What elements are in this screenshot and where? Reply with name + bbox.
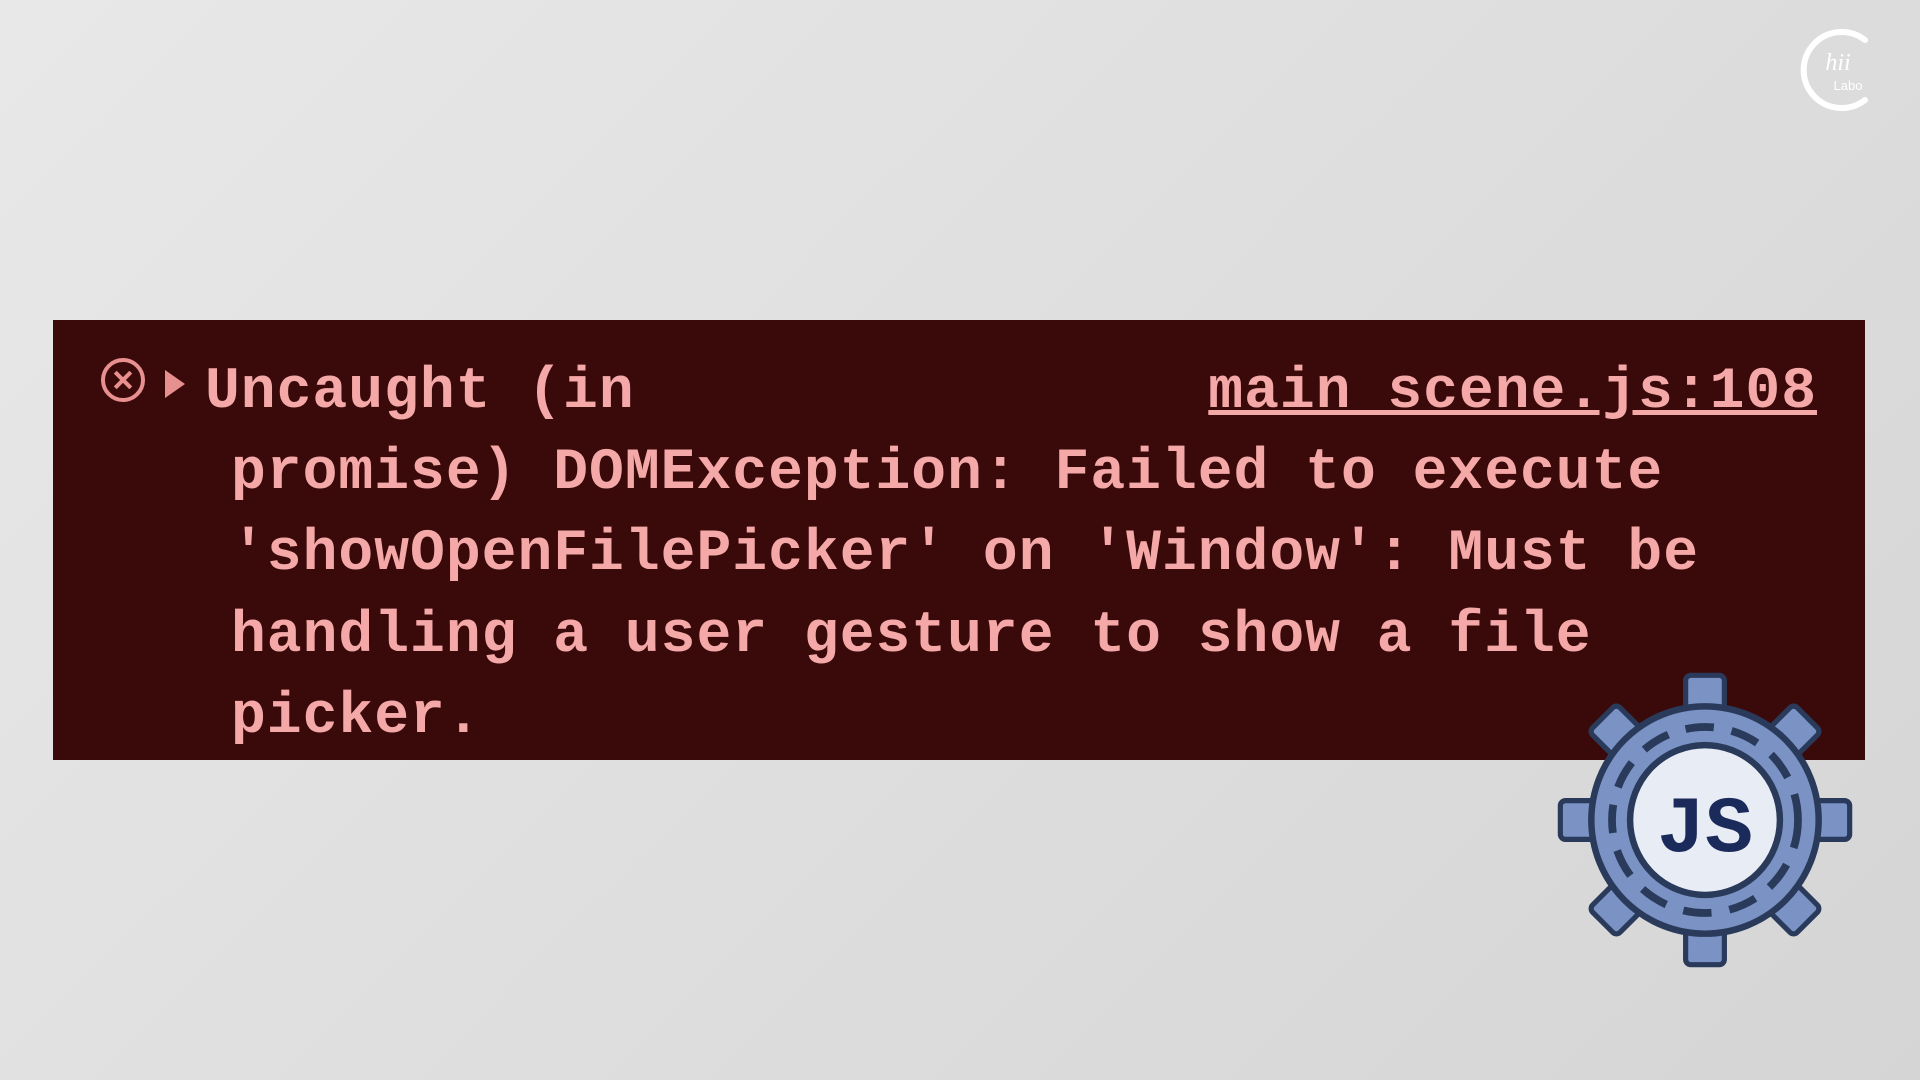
brand-logo: hii Labo — [1790, 20, 1890, 120]
svg-text:Labo: Labo — [1834, 78, 1863, 93]
expand-triangle-icon[interactable] — [165, 370, 185, 398]
js-gear-icon: JS — [1550, 665, 1860, 975]
error-x-icon — [101, 358, 145, 402]
error-message-first-line: Uncaught (in main scene.js:108 — [205, 352, 1817, 433]
error-text-start: Uncaught (in — [205, 352, 635, 433]
error-source-link[interactable]: main scene.js:108 — [1208, 352, 1817, 433]
svg-text:hii: hii — [1825, 50, 1850, 76]
svg-text:JS: JS — [1657, 785, 1753, 876]
